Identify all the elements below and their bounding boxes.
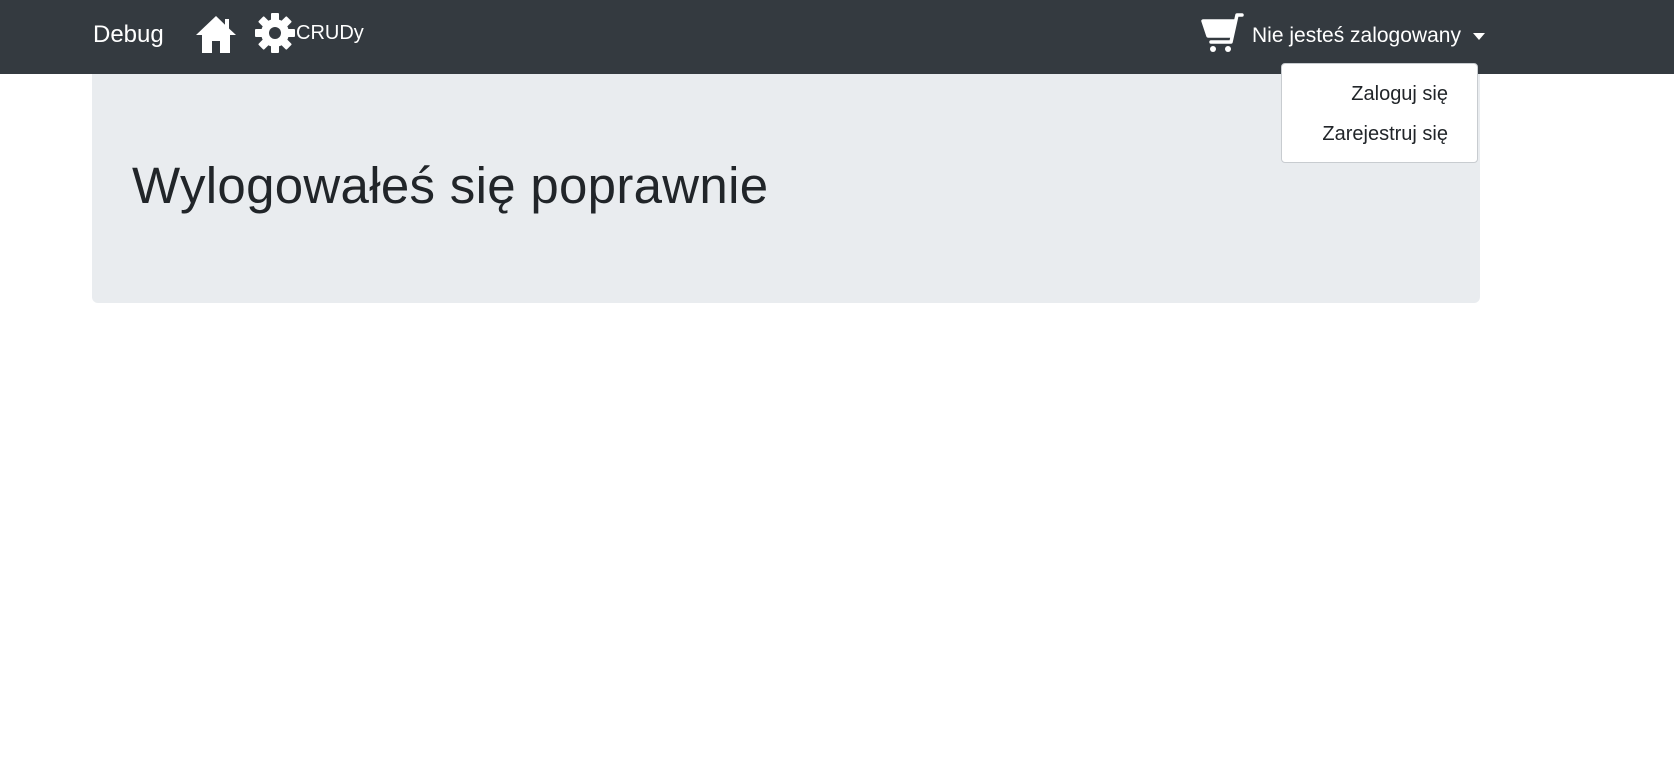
page-title: Wylogowałeś się poprawnie [132, 157, 769, 214]
crud-label: CRUDy [296, 22, 364, 44]
user-menu-toggle[interactable]: Nie jesteś zalogowany [1252, 22, 1485, 50]
gear-icon [255, 13, 295, 53]
user-dropdown-menu: Zaloguj się Zarejestruj się [1281, 63, 1478, 163]
login-menu-item[interactable]: Zaloguj się [1351, 81, 1448, 107]
jumbotron: Wylogowałeś się poprawnie [92, 74, 1480, 303]
navbar-brand[interactable]: Debug [93, 20, 164, 50]
register-menu-item[interactable]: Zarejestruj się [1322, 121, 1448, 147]
caret-down-icon [1472, 32, 1485, 40]
user-menu-label: Nie jesteś zalogowany [1252, 24, 1461, 47]
home-icon [196, 16, 236, 53]
cart-icon [1201, 13, 1244, 52]
crud-link[interactable]: CRUDy [254, 12, 364, 56]
cart-link[interactable] [1201, 12, 1245, 54]
home-link[interactable] [194, 13, 238, 55]
